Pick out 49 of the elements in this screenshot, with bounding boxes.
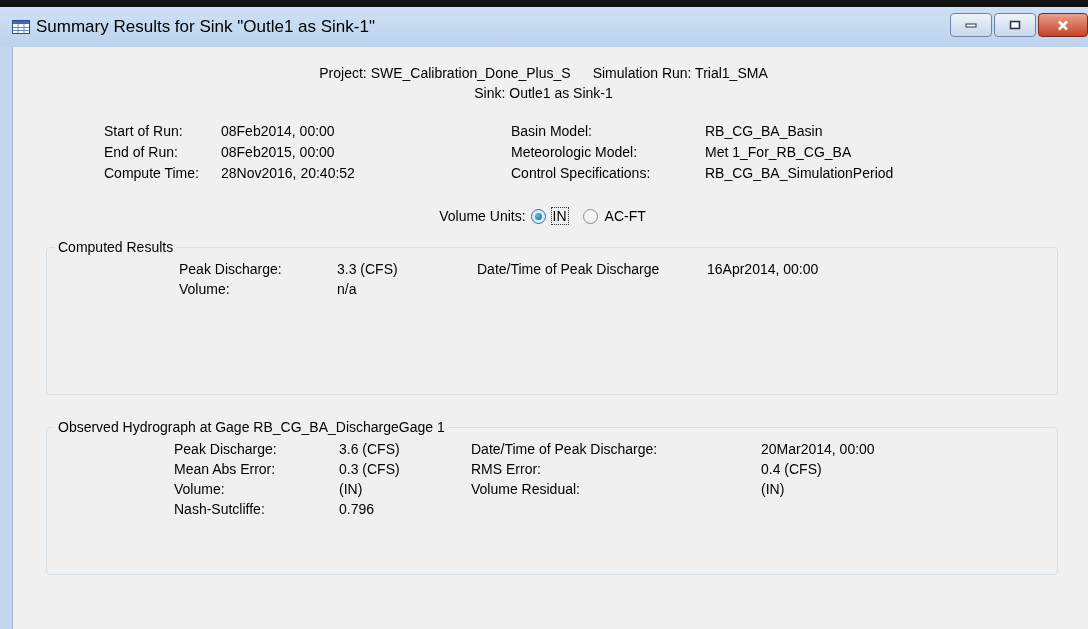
field-value: 08Feb2015, 00:00 xyxy=(221,144,336,160)
field-value: 0.3 (CFS) xyxy=(339,461,401,477)
field-label: Volume: xyxy=(174,481,226,497)
field-value: 0.796 xyxy=(339,501,376,517)
field-label: Mean Abs Error: xyxy=(174,461,277,477)
field-label: Compute Time: xyxy=(104,165,200,181)
window-title: Summary Results for Sink "Outle1 as Sink-1" xyxy=(36,17,375,37)
radio-label[interactable]: AC-FT xyxy=(602,207,648,225)
field-label: Control Specifications: xyxy=(511,165,652,181)
field-value: 08Feb2014, 00:00 xyxy=(221,123,336,139)
sink-label: Sink: Outle1 as Sink-1 xyxy=(474,85,613,101)
field-value: 0.4 (CFS) xyxy=(761,461,823,477)
field-label: Basin Model: xyxy=(511,123,593,139)
field-label: Peak Discharge: xyxy=(174,441,278,457)
maximize-icon xyxy=(1009,20,1021,30)
close-button[interactable] xyxy=(1038,13,1088,37)
field-label: Peak Discharge: xyxy=(179,261,283,277)
radio-button[interactable] xyxy=(582,208,598,224)
project-label: Project: SWE_Calibration_Done_Plus_S xyxy=(319,65,571,81)
radio-label[interactable]: IN xyxy=(550,207,569,225)
field-value: 3.3 (CFS) xyxy=(337,261,399,277)
volume-units-label: Volume Units: xyxy=(439,208,526,224)
maximize-button[interactable] xyxy=(994,13,1036,37)
field-label: Start of Run: xyxy=(104,123,184,139)
field-value: 28Nov2016, 20:40:52 xyxy=(221,165,356,181)
field-value: (IN) xyxy=(339,481,364,497)
group-title: Observed Hydrograph at Gage RB_CG_BA_DischargeGage 1 xyxy=(57,419,446,435)
field-value: RB_CG_BA_SimulationPeriod xyxy=(705,165,895,181)
close-icon xyxy=(1057,19,1069,31)
simulation-run-label: Simulation Run: Trial1_SMA xyxy=(592,65,768,81)
field-value: RB_CG_BA_Basin xyxy=(705,123,824,139)
field-value: Met 1_For_RB_CG_BA xyxy=(705,144,853,160)
field-value: n/a xyxy=(337,281,358,297)
field-label: End of Run: xyxy=(104,144,179,160)
field-label: Date/Time of Peak Discharge xyxy=(477,261,661,277)
field-label: Date/Time of Peak Discharge: xyxy=(471,441,659,457)
field-label: Volume: xyxy=(179,281,231,297)
group-title: Computed Results xyxy=(57,239,175,255)
field-value: 20Mar2014, 00:00 xyxy=(761,441,876,457)
radio-button[interactable] xyxy=(530,208,546,224)
field-label: Volume Residual: xyxy=(471,481,581,497)
table-icon xyxy=(12,20,30,34)
field-label: RMS Error: xyxy=(471,461,542,477)
field-label: Nash-Sutcliffe: xyxy=(174,501,266,517)
minimize-icon xyxy=(965,22,977,28)
field-label: Meteorologic Model: xyxy=(511,144,639,160)
field-value: 16Apr2014, 00:00 xyxy=(707,261,820,277)
field-value: 3.6 (CFS) xyxy=(339,441,401,457)
field-value: (IN) xyxy=(761,481,786,497)
